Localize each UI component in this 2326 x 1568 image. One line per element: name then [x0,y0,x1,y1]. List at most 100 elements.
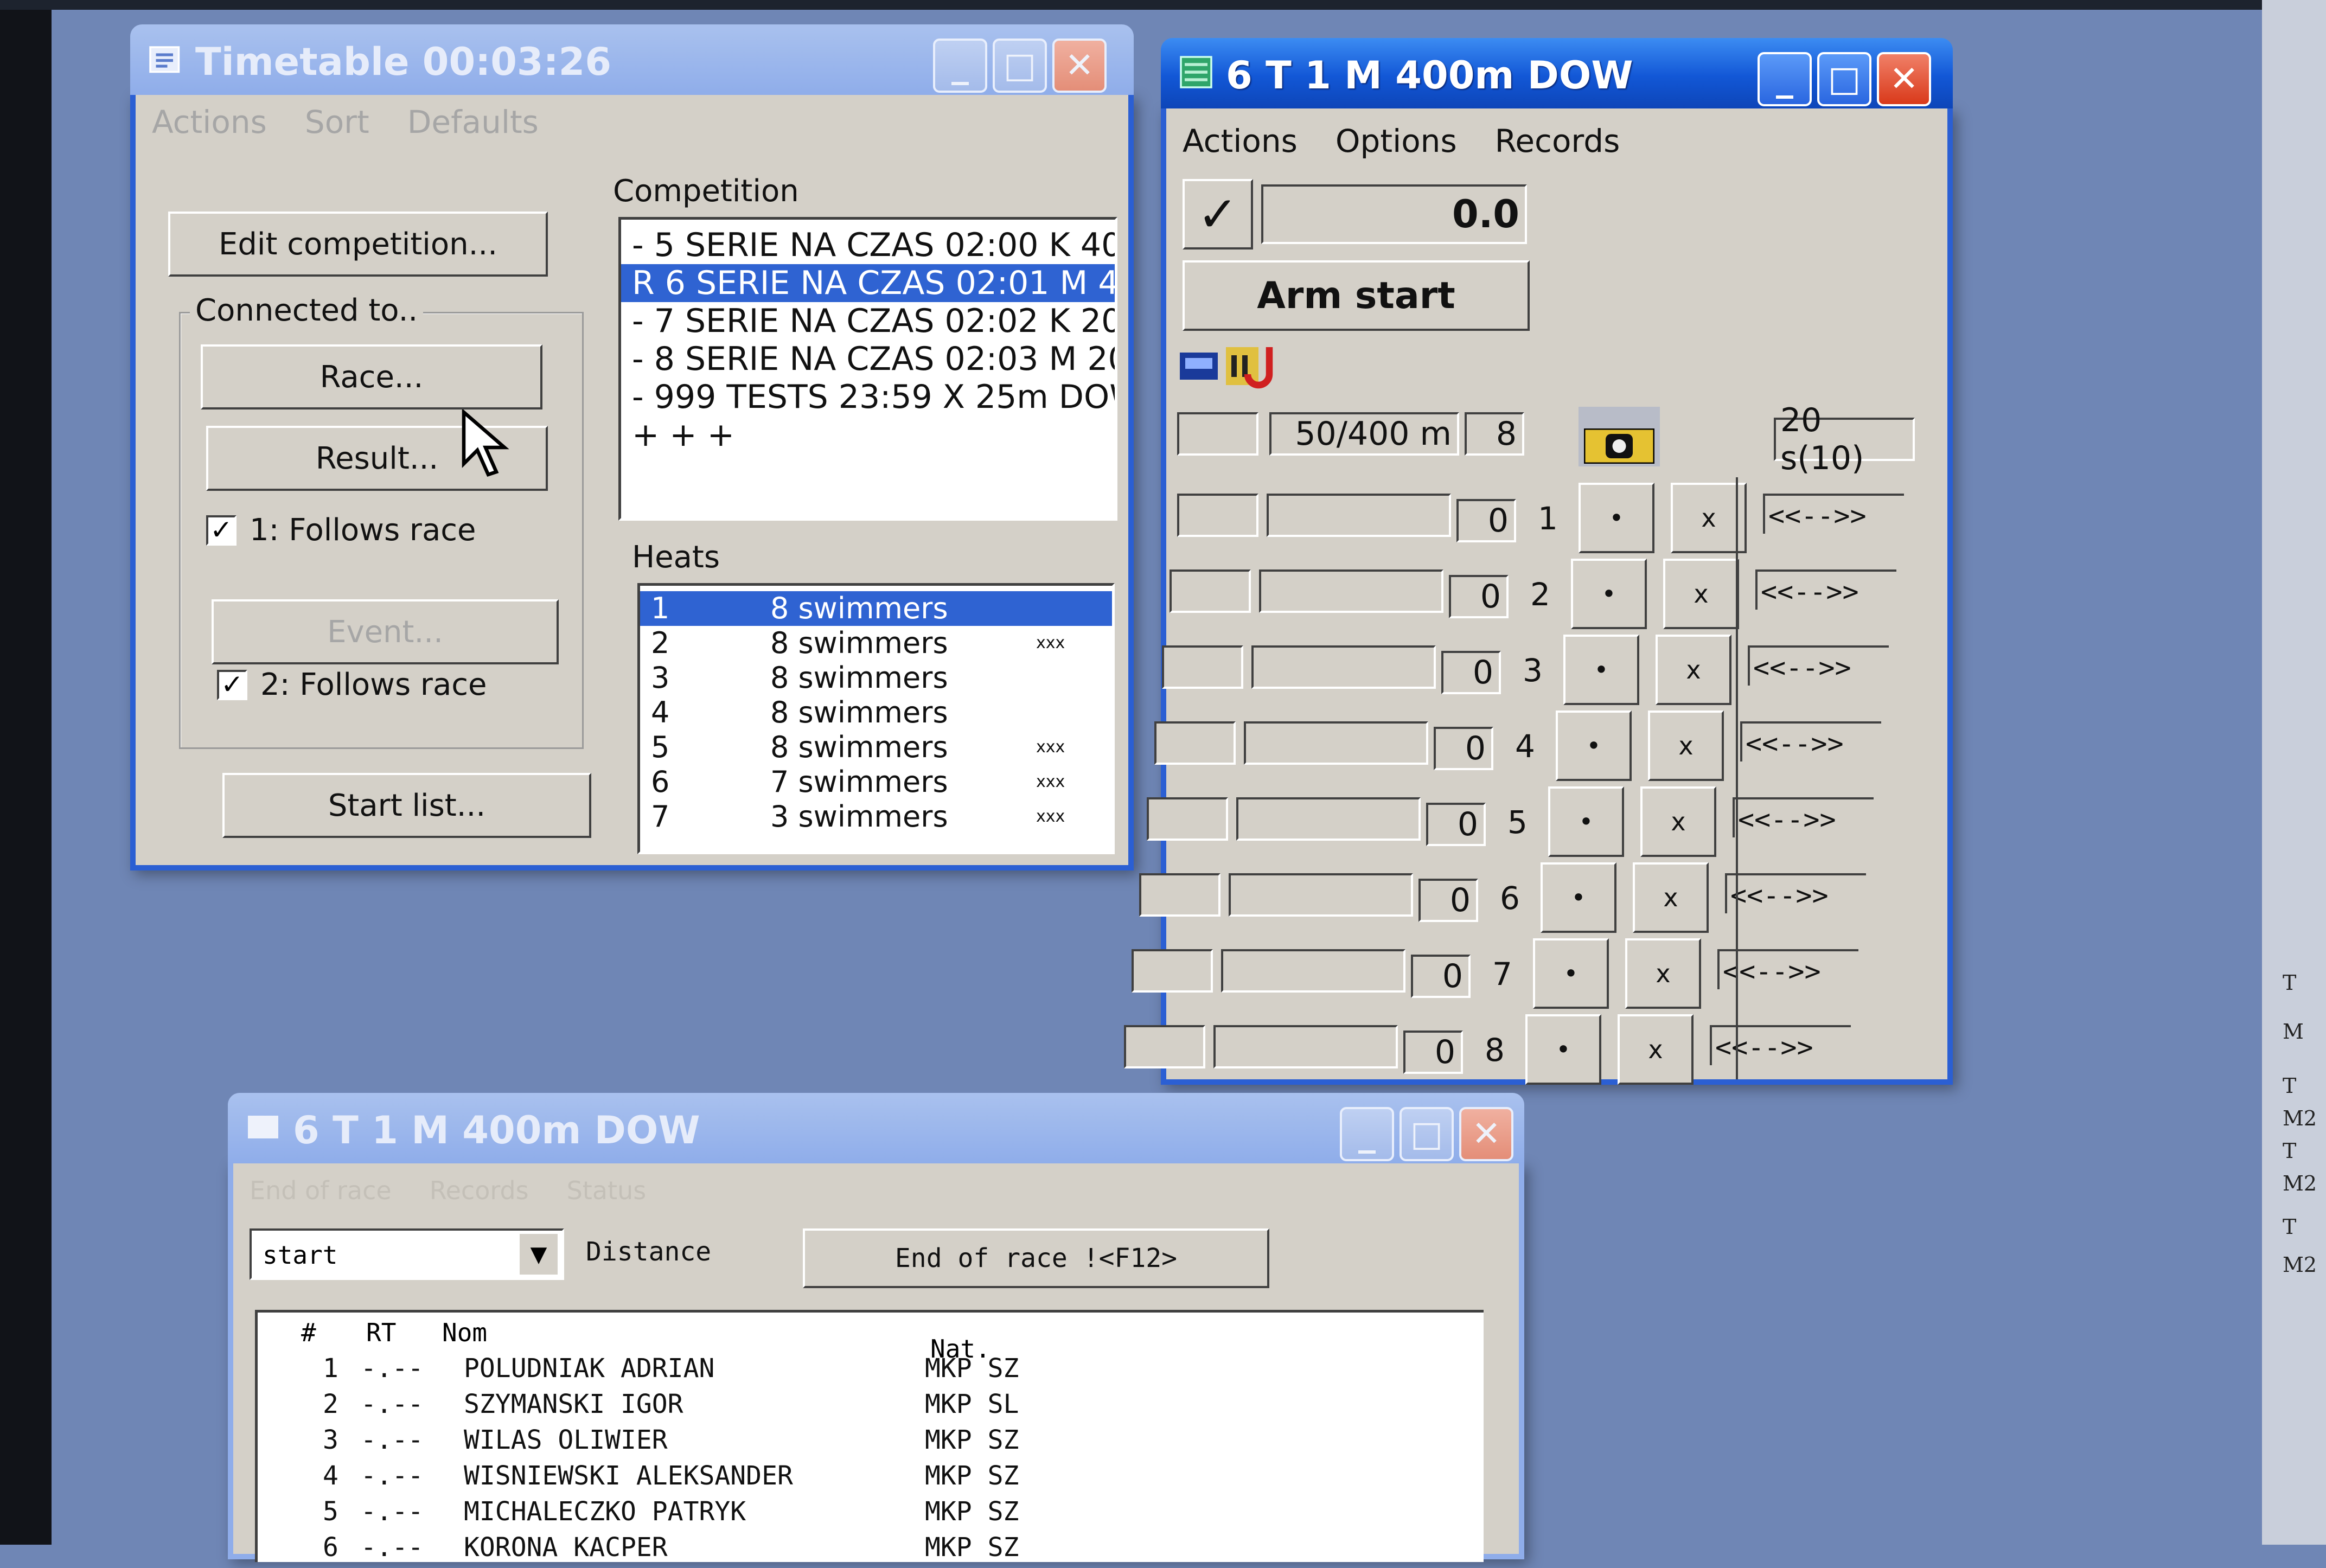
result-row[interactable]: 3 -.-- WILAS OLIWIER MKP SZ [258,1425,1484,1461]
close-button[interactable]: ✕ [1052,39,1107,93]
menu-options[interactable]: Options [1335,123,1457,159]
competition-item[interactable]: - 7 SERIE NA CZAS 02:02 K 200m ZM [621,302,1115,340]
menu-sort[interactable]: Sort [305,104,369,140]
close-button[interactable]: ✕ [1459,1107,1513,1161]
result-rt: -.-- [361,1496,424,1527]
race-button[interactable]: Race... [201,344,542,409]
edit-competition-button[interactable]: Edit competition... [168,212,548,277]
heat-row[interactable]: 3 8 swimmers [640,661,1112,695]
menu-actions[interactable]: Actions [152,104,267,140]
heats-list[interactable]: 1 8 swimmers 2 8 swimmers xxx 3 8 swimmers 4… [637,583,1115,854]
arm-start-button[interactable]: Arm start [1183,260,1530,331]
lane-dot-button[interactable]: • [1579,483,1654,553]
competition-item-add[interactable]: + + + [621,416,1115,454]
camera-button[interactable] [1579,407,1660,466]
lane-dot-button[interactable]: • [1541,862,1616,933]
minimize-button[interactable]: _ [1340,1107,1394,1161]
lane-x-button[interactable]: x [1671,483,1747,553]
menu-status[interactable]: Status [567,1176,647,1205]
result-row[interactable]: 6 -.-- KORONA KACPER MKP SZ [258,1532,1484,1568]
menu-defaults[interactable]: Defaults [407,104,539,140]
lane-x-button[interactable]: x [1640,786,1716,857]
timetable-titlebar[interactable]: Timetable 00:03:26 _ □ ✕ [130,24,1134,95]
race-title: 6 T 1 M 400m DOW [1226,53,1633,98]
competition-list[interactable]: - 5 SERIE NA CZAS 02:00 K 400m DOW R 6 S… [618,217,1117,521]
side-text: M2 [2283,1253,2317,1277]
checkmark-icon: ✓ [1197,185,1238,243]
result-row[interactable]: 5 -.-- MICHALECZKO PATRYK MKP SZ [258,1496,1484,1532]
lane-swap-arrows[interactable]: <<-->> [1763,494,1904,534]
menu-end-of-race[interactable]: End of race [250,1176,392,1205]
lane-x-button[interactable]: x [1648,711,1724,781]
competition-item[interactable]: - 999 TESTS 23:59 X 25m DOW [621,378,1115,416]
event-button[interactable]: Event... [212,599,559,664]
competition-item[interactable]: - 5 SERIE NA CZAS 02:00 K 400m DOW [621,226,1115,264]
lane-x-button[interactable]: x [1633,862,1709,933]
result-name: POLUDNIAK ADRIAN [464,1353,715,1384]
confirm-checkmark-button[interactable]: ✓ [1183,179,1253,249]
chevron-down-icon[interactable]: ▼ [520,1234,558,1275]
lane-dot-button[interactable]: • [1533,938,1609,1009]
lane-swap-arrows[interactable]: <<-->> [1748,645,1889,686]
start-list-button[interactable]: Start list... [222,773,591,838]
maximize-button[interactable]: □ [1400,1107,1454,1161]
lane-dot-button[interactable]: • [1525,1014,1601,1085]
competition-item[interactable]: - 8 SERIE NA CZAS 02:03 M 200m ZM [621,340,1115,378]
lane-number: 1 [1538,500,1558,537]
lane-swap-arrows[interactable]: <<-->> [1755,569,1896,610]
end-of-race-button[interactable]: End of race !<F12> [803,1228,1269,1288]
follows-race-2-checkbox[interactable]: ✓ [217,670,247,700]
results-menubar: End of race Records Status [233,1163,1519,1218]
close-button[interactable]: ✕ [1877,52,1931,106]
follows-race-1-checkbox[interactable]: ✓ [206,515,237,546]
menu-records[interactable]: Records [1495,123,1620,159]
lane-x-button[interactable]: x [1663,559,1739,629]
result-row[interactable]: 1 -.-- POLUDNIAK ADRIAN MKP SZ [258,1353,1484,1389]
menu-records[interactable]: Records [430,1176,529,1205]
lane-lap-field [1139,873,1220,917]
results-table: # RT Nom Nat. 1 -.-- POLUDNIAK ADRIAN MKP S… [255,1310,1484,1563]
heat-swimmers: 8 swimmers [770,730,948,764]
result-number: 6 [323,1532,338,1563]
minimize-button[interactable]: _ [933,39,987,93]
monitor-bezel-top [0,0,2326,10]
heat-row[interactable]: 1 8 swimmers [640,591,1112,626]
heat-row[interactable]: 7 3 swimmers xxx [640,799,1112,834]
results-title: 6 T 1 M 400m DOW [293,1108,700,1153]
minimize-button[interactable]: _ [1758,52,1812,106]
heat-row[interactable]: 6 7 swimmers xxx [640,765,1112,799]
lane-dot-button[interactable]: • [1563,635,1639,705]
results-titlebar[interactable]: 6 T 1 M 400m DOW _ □ ✕ [228,1093,1524,1163]
menu-actions[interactable]: Actions [1183,123,1298,159]
heat-swimmers: 8 swimmers [770,591,948,625]
start-dropdown[interactable]: start ▼ [250,1228,564,1280]
lane-swap-arrows[interactable]: <<-->> [1710,1025,1851,1065]
lane-number: 3 [1523,652,1543,689]
lane-number: 4 [1515,728,1535,765]
lane-swap-arrows[interactable]: <<-->> [1717,949,1858,989]
lane-dot-button[interactable]: • [1548,786,1624,857]
distance-label: Distance [586,1237,712,1267]
heat-row[interactable]: 4 8 swimmers [640,695,1112,730]
result-row[interactable]: 2 -.-- SZYMANSKI IGOR MKP SL [258,1389,1484,1425]
lane-swap-arrows[interactable]: <<-->> [1740,721,1881,761]
lane-swap-arrows[interactable]: <<-->> [1725,873,1866,913]
heat-row[interactable]: 5 8 swimmers xxx [640,730,1112,765]
maximize-button[interactable]: □ [1817,52,1871,106]
lane-number: 5 [1507,804,1528,841]
lane-x-button[interactable]: x [1618,1014,1694,1085]
lane-x-button[interactable]: x [1656,635,1731,705]
lane-swap-arrows[interactable]: <<-->> [1733,797,1874,837]
race-app-icon [1180,56,1212,88]
maximize-button[interactable]: □ [993,39,1047,93]
lane-lap-field [1147,797,1228,841]
lane-dot-button[interactable]: • [1556,711,1632,781]
result-row[interactable]: 4 -.-- WISNIEWSKI ALEKSANDER MKP SZ [258,1461,1484,1496]
competition-item-selected[interactable]: R 6 SERIE NA CZAS 02:01 M 400m DOW [621,264,1115,302]
lane-dot-button[interactable]: • [1571,559,1647,629]
start-dropdown-value: start [263,1240,338,1270]
lane-lap-field [1170,569,1251,613]
race-titlebar[interactable]: 6 T 1 M 400m DOW _ □ ✕ [1161,38,1953,108]
heat-row[interactable]: 2 8 swimmers xxx [640,626,1112,661]
lane-x-button[interactable]: x [1625,938,1701,1009]
